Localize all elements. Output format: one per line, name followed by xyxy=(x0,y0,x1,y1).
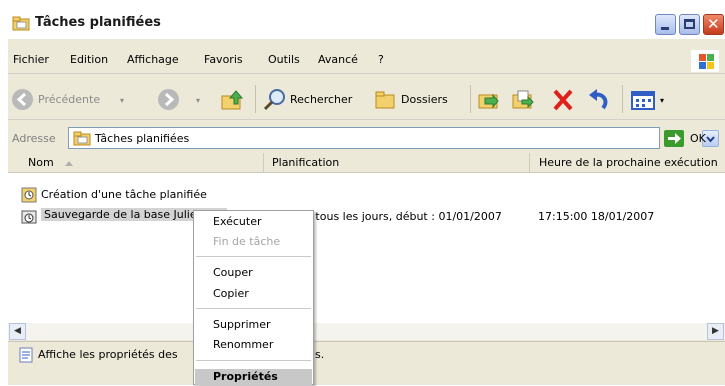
windows-logo-icon xyxy=(691,50,719,72)
folder-icon xyxy=(12,16,30,31)
undo-button[interactable] xyxy=(585,87,611,113)
window-title: Tâches planifiées xyxy=(35,15,161,30)
back-arrow-icon xyxy=(12,89,33,110)
menu-item-execute[interactable]: Exécuter xyxy=(213,215,262,228)
menu-edition[interactable]: Edition xyxy=(70,53,108,66)
delete-button[interactable] xyxy=(550,87,576,113)
move-to-icon xyxy=(478,93,499,109)
folder-icon xyxy=(73,131,91,146)
address-value: Tâches planifiées xyxy=(95,132,190,145)
status-bar: Affiche les propriétés des s. xyxy=(8,341,725,368)
close-icon: ✕ xyxy=(707,15,720,33)
undo-icon xyxy=(589,89,608,110)
menu-help[interactable]: ? xyxy=(378,53,384,66)
explorer-window: Tâches planifiées ✕ Fichier Edition Affi… xyxy=(8,9,725,385)
menu-bar: Fichier Edition Affichage Favoris Outils… xyxy=(8,47,725,74)
toolbar-separator xyxy=(470,85,471,113)
status-text: Affiche les propriétés des xyxy=(38,348,178,361)
toolbar: Précédente ▾ ▾ Rechercher Dossiers ▾ xyxy=(8,79,725,120)
address-field[interactable]: Tâches planifiées xyxy=(68,127,719,149)
search-label: Rechercher xyxy=(290,93,353,106)
folders-icon xyxy=(375,91,395,109)
scheduled-task-icon xyxy=(21,208,37,224)
column-header-next-run[interactable]: Heure de la prochaine exécution xyxy=(530,153,725,173)
properties-icon xyxy=(19,347,33,363)
forward-arrow-icon xyxy=(158,89,179,110)
menu-affichage[interactable]: Affichage xyxy=(127,53,179,66)
menu-item-rename[interactable]: Renommer xyxy=(213,338,273,351)
maximize-icon xyxy=(684,19,695,29)
chevron-down-icon: ▾ xyxy=(120,96,125,105)
maximize-button[interactable] xyxy=(679,14,700,35)
sort-ascending-icon xyxy=(65,161,73,166)
task-name: Création d'une tâche planifiée xyxy=(41,188,207,201)
context-menu: Exécuter Fin de tâche Couper Copier Supp… xyxy=(193,210,314,386)
column-header-label: Heure de la prochaine exécution xyxy=(539,156,718,169)
copy-to-button[interactable] xyxy=(510,87,536,113)
menu-separator xyxy=(196,256,311,257)
views-icon xyxy=(631,91,655,110)
horizontal-scrollbar[interactable]: ◀ ▶ xyxy=(8,323,725,340)
list-item[interactable]: Sauvegarde de la base Julie SMS à 17:15 … xyxy=(8,207,725,225)
scroll-left-button[interactable]: ◀ xyxy=(9,323,26,340)
address-label: Adresse xyxy=(12,132,56,145)
go-button[interactable]: OK xyxy=(690,132,706,145)
forward-button[interactable]: ▾ xyxy=(158,87,206,113)
back-button[interactable]: Précédente ▾ xyxy=(12,87,130,113)
minimize-button[interactable] xyxy=(655,14,676,35)
scroll-right-button[interactable]: ▶ xyxy=(707,323,724,340)
chevron-down-icon: ▾ xyxy=(660,96,665,105)
new-task-icon xyxy=(21,187,37,203)
menu-item-properties[interactable]: Propriétés xyxy=(195,369,312,386)
folders-button[interactable]: Dossiers xyxy=(373,87,463,113)
search-button[interactable]: Rechercher xyxy=(262,87,367,113)
menu-separator xyxy=(196,360,311,361)
column-header-label: Nom xyxy=(28,156,54,169)
menu-item-properties-label: Propriétés xyxy=(213,370,278,383)
menu-avance[interactable]: Avancé xyxy=(318,53,358,66)
title-bar[interactable]: Tâches planifiées ✕ xyxy=(8,9,725,39)
list-item[interactable]: Création d'une tâche planifiée xyxy=(8,186,725,204)
search-icon xyxy=(263,89,285,111)
task-next-run: 17:15:00 18/01/2007 xyxy=(538,210,655,223)
menu-item-cut[interactable]: Couper xyxy=(213,266,253,279)
address-bar: Adresse Tâches planifiées OK xyxy=(8,126,725,152)
file-list: Nom Planification Heure de la prochaine … xyxy=(8,153,725,323)
column-header-name[interactable]: Nom xyxy=(8,153,264,173)
go-arrow-icon[interactable] xyxy=(664,130,684,147)
menu-outils[interactable]: Outils xyxy=(268,53,300,66)
back-label: Précédente xyxy=(38,93,101,106)
views-button[interactable]: ▾ xyxy=(630,87,670,113)
menu-separator xyxy=(196,308,311,309)
menu-favoris[interactable]: Favoris xyxy=(204,53,243,66)
toolbar-separator xyxy=(255,85,256,113)
delete-icon xyxy=(553,89,573,111)
menu-item-end-task: Fin de tâche xyxy=(213,235,281,248)
up-folder-icon xyxy=(221,90,244,110)
menu-item-copy[interactable]: Copier xyxy=(213,287,249,300)
minimize-icon xyxy=(661,27,669,30)
column-header-schedule[interactable]: Planification xyxy=(264,153,530,173)
column-header-label: Planification xyxy=(272,156,340,169)
up-folder-button[interactable] xyxy=(220,87,246,113)
close-button[interactable]: ✕ xyxy=(703,14,724,35)
toolbar-separator xyxy=(622,85,623,113)
chevron-down-icon: ▾ xyxy=(196,96,201,105)
menu-item-delete[interactable]: Supprimer xyxy=(213,318,271,331)
menu-fichier[interactable]: Fichier xyxy=(13,53,49,66)
move-to-button[interactable] xyxy=(476,87,502,113)
copy-to-icon xyxy=(512,90,534,109)
status-text-tail: s. xyxy=(315,348,325,361)
folders-label: Dossiers xyxy=(401,93,448,106)
